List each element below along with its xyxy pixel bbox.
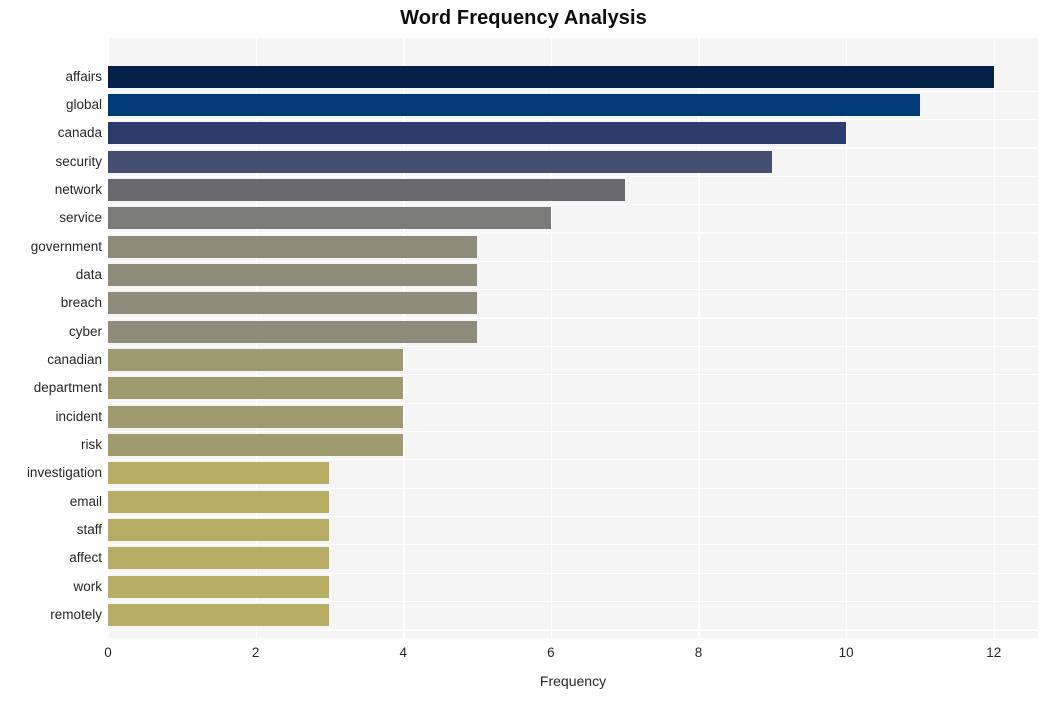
- y-axis-tick-label: canada: [57, 125, 102, 141]
- bar[interactable]: [108, 320, 478, 343]
- gridline-y-15: [108, 515, 1038, 518]
- y-axis-tick-label: cyber: [68, 323, 102, 339]
- y-axis-tick-label: service: [59, 210, 102, 226]
- gridline-y-4: [108, 204, 1038, 206]
- bar[interactable]: [108, 519, 330, 542]
- y-axis-tick-label: affect: [69, 550, 102, 566]
- bar[interactable]: [108, 405, 404, 428]
- bar[interactable]: [108, 235, 478, 258]
- gridline-x-10: [846, 38, 848, 638]
- chart-figure: Word Frequency Analysis affairs global can…: [0, 0, 1047, 701]
- gridline-y-11: [108, 402, 1038, 404]
- gridline-y-1: [108, 119, 1038, 121]
- bar[interactable]: [108, 547, 330, 570]
- y-axis-tick-label: canadian: [47, 352, 102, 367]
- gridline-y-6: [108, 260, 1038, 262]
- y-axis-tick-label: data: [75, 266, 102, 282]
- bar[interactable]: [108, 263, 478, 286]
- y-axis-tick-label: network: [54, 181, 102, 197]
- bar[interactable]: [108, 207, 551, 230]
- bar[interactable]: [108, 575, 330, 598]
- bar[interactable]: [108, 434, 404, 457]
- bar[interactable]: [108, 65, 994, 88]
- gridline-y-16: [108, 544, 1038, 546]
- x-axis-tick-label: 0: [104, 645, 112, 660]
- y-axis-tick-label: incident: [55, 408, 102, 424]
- gridline-y-12: [108, 430, 1038, 433]
- gridline-y-9: [108, 345, 1038, 347]
- y-axis-tick-label: global: [65, 96, 102, 112]
- y-axis-tick-label: risk: [81, 437, 102, 453]
- y-axis-tick-label: affairs: [65, 68, 102, 84]
- bar[interactable]: [108, 292, 478, 315]
- y-axis-tick-label: email: [69, 493, 102, 509]
- y-axis-tick-label: remotely: [50, 607, 102, 623]
- gridline-y-18: [108, 600, 1038, 603]
- bar[interactable]: [108, 150, 773, 173]
- gridline-y-5: [108, 232, 1038, 234]
- y-axis-tick-label: staff: [76, 522, 102, 538]
- x-axis-tick-label: 12: [986, 645, 1002, 660]
- gridline-y-8: [108, 317, 1038, 319]
- gridline-y-17: [108, 572, 1038, 574]
- gridline-y-3: [108, 175, 1038, 177]
- y-axis-tick-labels: affairs global canada security network servic…: [0, 38, 102, 638]
- gridline-y-2: [108, 147, 1038, 149]
- gridline-y-7: [108, 289, 1038, 291]
- y-axis-tick-label: work: [73, 578, 102, 594]
- y-axis-tick-label: department: [33, 380, 102, 396]
- x-axis-tick-labels: 0 2 4 6 8 10 12: [0, 644, 1047, 666]
- gridline-y-13: [108, 459, 1038, 461]
- x-axis-tick-label: 8: [694, 645, 703, 660]
- gridline-y-14: [108, 487, 1038, 489]
- plot-area: [108, 38, 1038, 638]
- bar[interactable]: [108, 462, 330, 485]
- y-axis-tick-label: investigation: [26, 465, 102, 481]
- x-axis-tick-label: 10: [838, 645, 854, 660]
- gridline-y-0: [108, 90, 1038, 92]
- y-axis-tick-label: security: [55, 153, 102, 169]
- x-axis-title: Frequency: [539, 673, 607, 689]
- bar[interactable]: [108, 349, 404, 371]
- bar[interactable]: [108, 604, 330, 627]
- y-axis-tick-label: government: [30, 238, 102, 254]
- x-axis-tick-label: 6: [547, 645, 555, 660]
- gridline-y-19: [108, 629, 1038, 631]
- gridline-y-10: [108, 374, 1038, 376]
- bar[interactable]: [108, 377, 404, 400]
- bar[interactable]: [108, 93, 920, 116]
- y-axis-tick-label: breach: [60, 295, 102, 311]
- bar[interactable]: [108, 490, 330, 513]
- gridline-x-12: [993, 38, 996, 638]
- bar[interactable]: [108, 122, 847, 145]
- chart-title: Word Frequency Analysis: [400, 7, 647, 29]
- x-axis-tick-label: 4: [399, 645, 407, 660]
- x-axis-tick-label: 2: [251, 645, 260, 660]
- bar[interactable]: [108, 178, 625, 201]
